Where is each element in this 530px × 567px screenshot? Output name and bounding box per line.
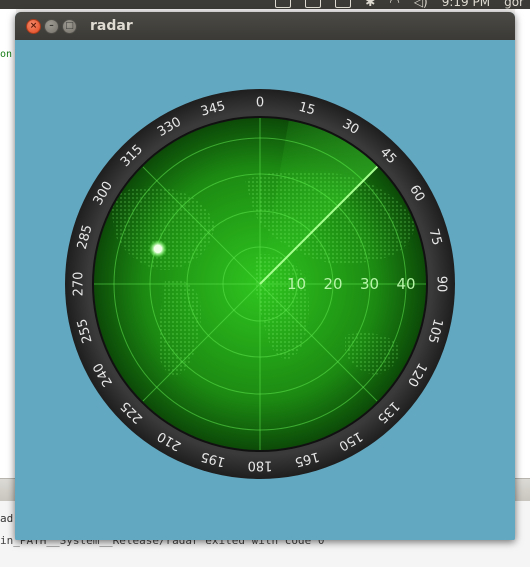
bezel-label-270: 270 [72, 272, 87, 297]
range-label-40: 40 [396, 275, 415, 293]
target-blip[interactable] [153, 244, 162, 253]
background-tab-fragment: ad [0, 512, 14, 525]
mail-icon[interactable] [305, 0, 322, 8]
maximize-icon: □ [65, 21, 74, 31]
range-label-20: 20 [323, 275, 342, 293]
background-editor-fragment: on [0, 49, 13, 60]
close-button[interactable]: × [26, 19, 41, 34]
radar-display: 0 153045607590105120135150165180195210225… [65, 89, 455, 479]
bezel-label-90: 90 [434, 276, 449, 293]
battery-icon[interactable] [335, 0, 352, 8]
wifi-icon[interactable]: ◠ [389, 0, 399, 9]
volume-icon[interactable]: ◁) [414, 0, 428, 9]
close-icon: × [29, 21, 38, 31]
maximize-button[interactable]: □ [62, 19, 77, 34]
system-tray: ✱ ◠ ◁) 9:19 PM gor [275, 0, 530, 9]
system-top-panel: ✱ ◠ ◁) 9:19 PM gor [0, 0, 530, 9]
range-label-30: 30 [360, 275, 379, 293]
background-editor-left: on [0, 9, 16, 479]
bezel-label-180: 180 [248, 458, 273, 473]
background-editor-right [515, 9, 530, 479]
radar-canvas-area: 0 15 30 45 60 75 90 105 120 135 150 165 180 195 210 225… [15, 40, 515, 540]
user-label[interactable]: gor [504, 0, 524, 9]
window-titlebar[interactable]: × – □ radar [15, 12, 515, 40]
clock-label[interactable]: 9:19 PM [442, 0, 490, 9]
minimize-icon: – [49, 21, 54, 31]
window-title: radar [90, 18, 133, 34]
bezel-label-0: 0 [256, 96, 264, 111]
keyboard-icon[interactable] [275, 0, 292, 8]
range-label-10: 10 [287, 275, 306, 293]
radar-window[interactable]: × – □ radar 0 15 30 45 60 75 90 105 120 … [15, 12, 515, 540]
minimize-button[interactable]: – [44, 19, 59, 34]
bluetooth-icon[interactable]: ✱ [365, 0, 375, 9]
